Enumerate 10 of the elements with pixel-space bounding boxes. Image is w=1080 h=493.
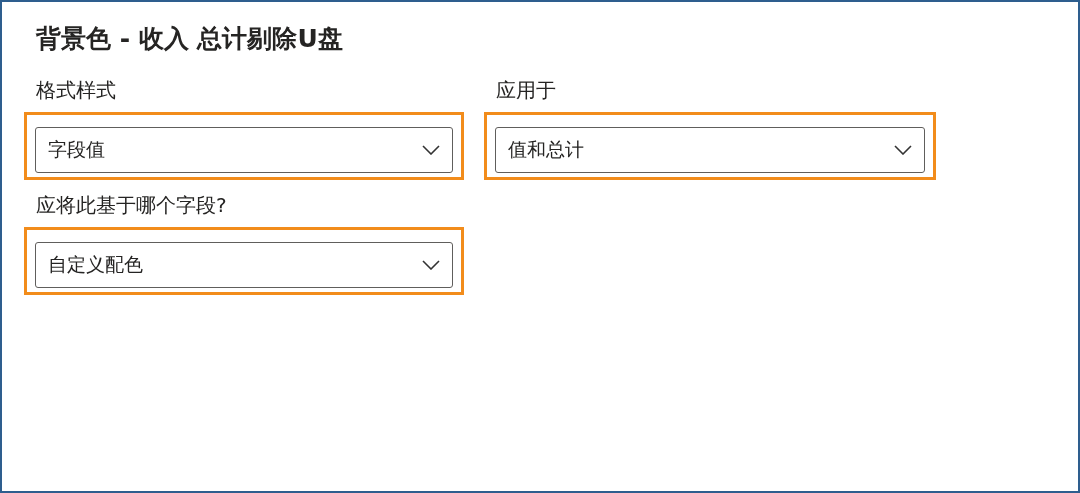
dropdown[interactable]: 自定义配色: [35, 242, 453, 288]
field-label: 格式样式: [36, 77, 117, 104]
field-label: 应用于: [496, 77, 557, 104]
chevron-down-icon: [894, 145, 912, 155]
dropdown[interactable]: 值和总计: [495, 127, 925, 173]
chevron-down-icon: [422, 145, 440, 155]
panel-title: 背景色 - 收入 总计剔除U盘: [36, 23, 344, 55]
dropdown[interactable]: 字段值: [35, 127, 453, 173]
field-label: 应将此基于哪个字段?: [36, 192, 228, 219]
chevron-down-icon: [422, 260, 440, 270]
